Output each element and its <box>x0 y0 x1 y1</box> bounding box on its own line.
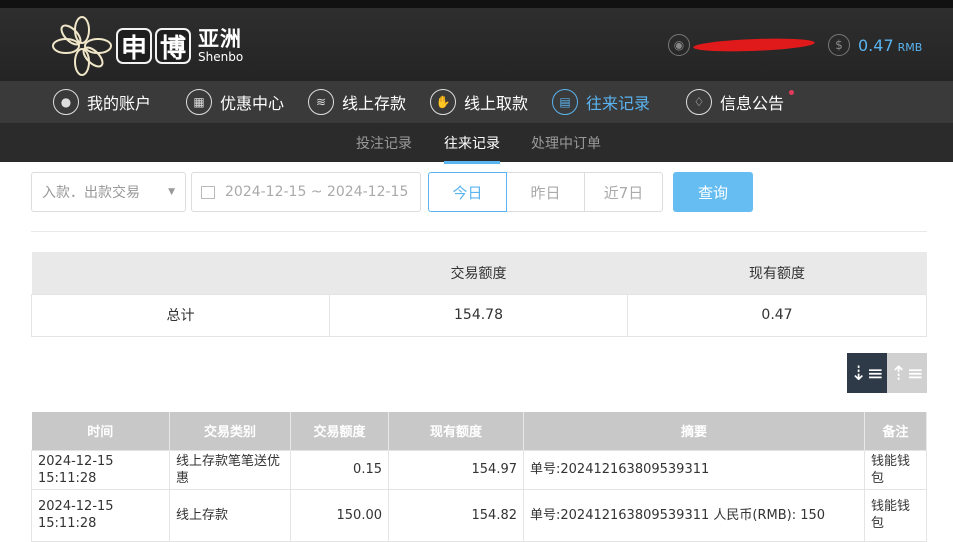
nav-promotions[interactable]: ▦ 优惠中心 <box>186 89 284 115</box>
header: 申 博 亚洲 Shenbo ◉ $ 0.47 RMB <box>0 8 953 81</box>
account-info: ◉ $ 0.47 RMB <box>668 34 922 56</box>
last-7-days-button[interactable]: 近7日 <box>584 172 663 212</box>
caret-down-icon: ▼ <box>168 187 175 197</box>
record-icon: ▤ <box>552 89 578 115</box>
col-note: 备注 <box>864 412 927 450</box>
withdraw-icon: ✋ <box>430 89 456 115</box>
notification-dot <box>789 90 795 95</box>
tab-pending-orders[interactable]: 处理中订单 <box>531 133 601 153</box>
deposit-icon: ≋ <box>308 89 334 115</box>
balance: 0.47 RMB <box>858 35 923 55</box>
logo[interactable]: 申 博 亚洲 Shenbo <box>52 16 243 76</box>
sort-asc-icon[interactable]: ⇡≡ <box>887 353 927 393</box>
query-button[interactable]: 查询 <box>673 172 753 212</box>
main-nav: ● 我的账户 ▦ 优惠中心 ≋ 线上存款 ✋ 线上取款 ▤ 往来记录 ♢ 信息公告 <box>0 81 953 123</box>
redacted-username <box>691 36 817 54</box>
gift-icon: ▦ <box>186 89 212 115</box>
brand-char-1: 申 <box>116 28 152 64</box>
records-table: 时间 交易类别 交易额度 现有额度 摘要 备注 2024-12-15 15:11… <box>31 412 927 542</box>
brand-cn: 亚洲 <box>198 27 242 51</box>
col-type: 交易类别 <box>169 412 291 450</box>
date-range-input[interactable]: 2024-12-15 ~ 2024-12-15 <box>191 172 421 212</box>
user-icon: ● <box>53 89 79 115</box>
dollar-icon: $ <box>828 34 850 56</box>
tab-transaction-records[interactable]: 往来记录 <box>444 133 500 164</box>
summary-total-label: 总计 <box>31 293 330 337</box>
nav-announcements[interactable]: ♢ 信息公告 <box>686 89 795 115</box>
summary-amount: 154.78 <box>329 293 628 337</box>
user-icon[interactable]: ◉ <box>668 34 690 56</box>
tab-bet-records[interactable]: 投注记录 <box>356 133 412 153</box>
nav-records[interactable]: ▤ 往来记录 <box>552 89 650 115</box>
today-button[interactable]: 今日 <box>428 172 507 212</box>
col-time: 时间 <box>31 412 170 450</box>
col-amount: 交易额度 <box>290 412 389 450</box>
type-select[interactable]: 入款．出款交易 ▼ <box>31 172 186 212</box>
summary-header-amount: 交易额度 <box>329 252 628 294</box>
yesterday-button[interactable]: 昨日 <box>506 172 585 212</box>
table-row: 2024-12-15 15:11:28 线上存款笔笔送优惠 0.15 154.9… <box>31 449 927 490</box>
sort-desc-icon[interactable]: ⇣≡ <box>847 353 887 393</box>
top-strip <box>0 0 953 8</box>
summary-header-blank <box>31 252 330 294</box>
nav-withdraw[interactable]: ✋ 线上取款 <box>430 89 528 115</box>
table-row: 2024-12-15 15:11:28 线上存款 150.00 154.82 单… <box>31 488 927 542</box>
calendar-icon <box>201 185 215 199</box>
nav-deposit[interactable]: ≋ 线上存款 <box>308 89 406 115</box>
sort-buttons: ⇣≡ ⇡≡ <box>847 353 927 393</box>
quick-range: 今日 昨日 近7日 <box>428 172 663 212</box>
summary-balance: 0.47 <box>627 293 927 337</box>
divider <box>31 231 927 232</box>
brand-en: Shenbo <box>198 50 244 64</box>
flower-logo-icon <box>52 16 112 76</box>
summary-table: 交易额度 现有额度 总计 154.78 0.47 <box>31 252 927 337</box>
brand-char-2: 博 <box>155 28 191 64</box>
col-balance: 现有额度 <box>388 412 524 450</box>
bell-icon: ♢ <box>686 89 712 115</box>
nav-my-account[interactable]: ● 我的账户 <box>53 89 151 115</box>
summary-header-balance: 现有额度 <box>627 252 927 294</box>
col-summary: 摘要 <box>523 412 865 450</box>
sub-nav: 投注记录 往来记录 处理中订单 <box>0 123 953 164</box>
filter-bar: 入款．出款交易 ▼ 2024-12-15 ~ 2024-12-15 今日 昨日 近… <box>31 172 753 212</box>
